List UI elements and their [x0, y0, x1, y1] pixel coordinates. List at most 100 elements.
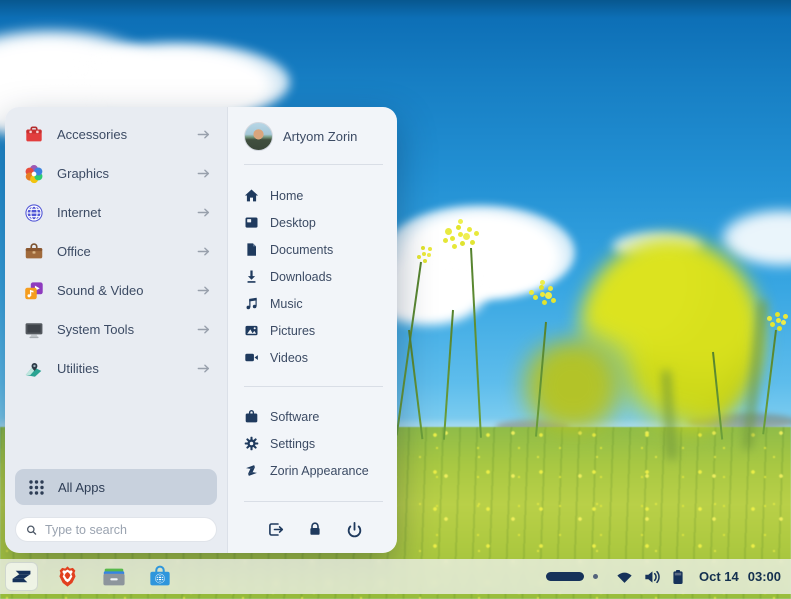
software-store-button[interactable] [143, 562, 176, 591]
place-desktop[interactable]: Desktop [244, 209, 383, 236]
category-label: Office [57, 244, 184, 259]
place-label: Home [270, 189, 303, 203]
workspace-indicator-dot[interactable] [593, 574, 598, 579]
shortcut-software[interactable]: Software [244, 403, 383, 430]
arrow-right-icon [196, 166, 211, 181]
category-office[interactable]: Office [15, 232, 217, 271]
log-out-button[interactable] [258, 515, 292, 543]
place-label: Music [270, 297, 303, 311]
shortcut-label: Software [270, 410, 319, 424]
category-system-tools[interactable]: System Tools [15, 310, 217, 349]
place-label: Videos [270, 351, 308, 365]
shortcut-zorin-appearance[interactable]: Zorin Appearance [244, 457, 383, 484]
all-apps-label: All Apps [58, 480, 105, 495]
divider [244, 164, 383, 165]
log-out-icon [267, 521, 284, 538]
globe-icon [23, 202, 45, 224]
apps-grid-icon [28, 479, 45, 496]
volume-status[interactable] [643, 569, 661, 585]
place-label: Documents [270, 243, 333, 257]
place-label: Downloads [270, 270, 332, 284]
arrow-right-icon [196, 361, 211, 376]
workspace-indicator-pill[interactable] [546, 572, 584, 581]
category-label: Internet [57, 205, 184, 220]
place-home[interactable]: Home [244, 182, 383, 209]
category-internet[interactable]: Internet [15, 193, 217, 232]
divider [244, 501, 383, 502]
battery-icon [671, 569, 685, 585]
battery-status[interactable] [671, 569, 685, 585]
wifi-icon [616, 569, 633, 584]
monitor-icon [23, 319, 45, 341]
arrow-right-icon [196, 244, 211, 259]
color-flower-icon [23, 163, 45, 185]
clock-date: Oct 14 [699, 569, 739, 584]
menu-places-column: Artyom Zorin Home Desktop [227, 107, 397, 553]
lock-icon [307, 521, 323, 537]
system-tray: Oct 14 03:00 [546, 569, 791, 585]
music-note-icon [244, 296, 259, 311]
category-accessories[interactable]: Accessories [15, 115, 217, 154]
brave-browser-button[interactable] [51, 562, 84, 591]
user-row[interactable]: Artyom Zorin [244, 121, 383, 151]
file-manager-icon [101, 564, 127, 590]
wifi-status[interactable] [616, 569, 633, 584]
avatar [244, 122, 273, 151]
zorin-z-icon [244, 463, 259, 478]
video-camera-icon [244, 350, 259, 365]
app-menu-panel: Accessories Graphics [5, 107, 397, 553]
shortcut-label: Zorin Appearance [270, 464, 369, 478]
arrow-right-icon [196, 205, 211, 220]
category-graphics[interactable]: Graphics [15, 154, 217, 193]
arrow-right-icon [196, 127, 211, 142]
picture-icon [244, 323, 259, 338]
places-list: Home Desktop Documents [244, 182, 383, 371]
category-label: System Tools [57, 322, 184, 337]
search-input[interactable] [45, 523, 206, 537]
taskbar: Oct 14 03:00 [0, 559, 791, 594]
place-music[interactable]: Music [244, 290, 383, 317]
search-box[interactable] [15, 517, 217, 542]
place-documents[interactable]: Documents [244, 236, 383, 263]
toolbox-icon [23, 124, 45, 146]
place-videos[interactable]: Videos [244, 344, 383, 371]
user-name: Artyom Zorin [283, 129, 357, 144]
arrow-right-icon [196, 283, 211, 298]
power-button[interactable] [337, 515, 371, 543]
music-video-icon [23, 280, 45, 302]
desktop-icon [244, 215, 259, 230]
place-label: Desktop [270, 216, 316, 230]
category-label: Accessories [57, 127, 184, 142]
brave-browser-icon [55, 564, 80, 589]
category-utilities[interactable]: Utilities [15, 349, 217, 388]
shortcut-settings[interactable]: Settings [244, 430, 383, 457]
place-downloads[interactable]: Downloads [244, 263, 383, 290]
download-icon [244, 269, 259, 284]
divider [244, 386, 383, 387]
all-apps-button[interactable]: All Apps [15, 469, 217, 505]
software-bag-icon [244, 409, 259, 424]
briefcase-icon [23, 241, 45, 263]
software-store-icon [147, 564, 173, 590]
category-sound-video[interactable]: Sound & Video [15, 271, 217, 310]
volume-icon [643, 569, 661, 585]
file-manager-button[interactable] [97, 562, 130, 591]
utility-map-icon [23, 358, 45, 380]
menu-categories-column: Accessories Graphics [5, 107, 227, 553]
place-label: Pictures [270, 324, 315, 338]
search-icon [26, 523, 37, 537]
lock-screen-button[interactable] [298, 515, 332, 543]
category-label: Utilities [57, 361, 184, 376]
clock[interactable]: Oct 14 03:00 [699, 569, 781, 584]
zorin-menu-logo [9, 564, 34, 589]
zorin-menu-button[interactable] [5, 562, 38, 591]
desktop: Accessories Graphics [0, 0, 791, 599]
blurred-flower [508, 338, 638, 433]
flower-bloom [540, 292, 545, 297]
clock-time: 03:00 [748, 569, 781, 584]
taskbar-apps [0, 562, 176, 591]
place-pictures[interactable]: Pictures [244, 317, 383, 344]
arrow-right-icon [196, 322, 211, 337]
category-label: Graphics [57, 166, 184, 181]
flower-bloom [422, 252, 426, 256]
